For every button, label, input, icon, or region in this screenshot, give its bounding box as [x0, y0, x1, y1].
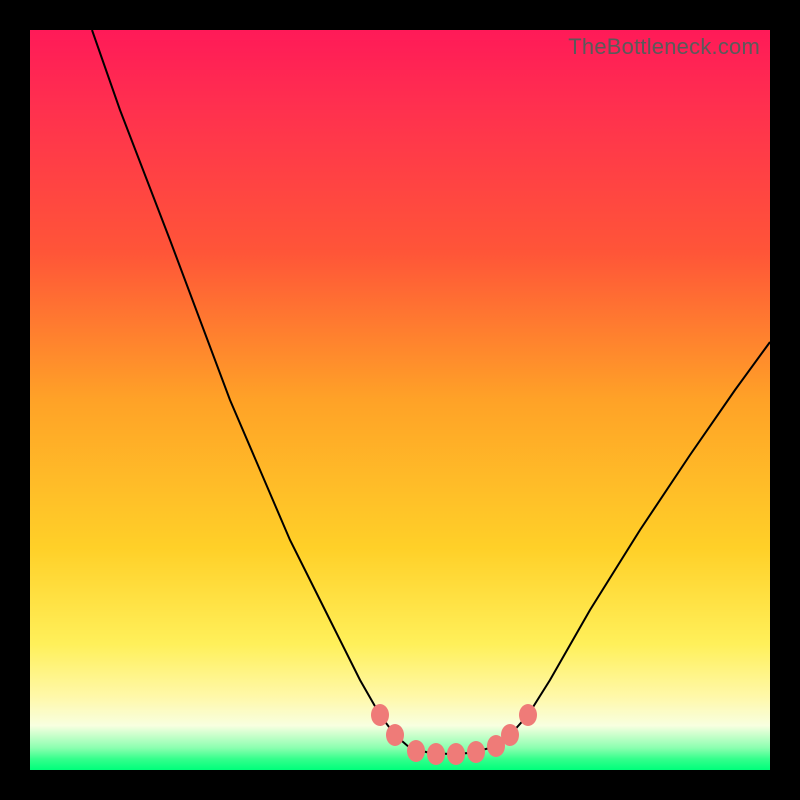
curve-layer: [30, 30, 770, 770]
curve-marker: [371, 704, 389, 726]
plot-area: TheBottleneck.com: [30, 30, 770, 770]
curve-marker: [501, 724, 519, 746]
bottleneck-curve: [92, 30, 770, 754]
curve-marker: [407, 740, 425, 762]
chart-frame: TheBottleneck.com: [0, 0, 800, 800]
curve-marker: [427, 743, 445, 765]
curve-marker: [519, 704, 537, 726]
curve-marker: [447, 743, 465, 765]
marker-group: [371, 704, 537, 765]
curve-marker: [467, 741, 485, 763]
curve-marker: [386, 724, 404, 746]
